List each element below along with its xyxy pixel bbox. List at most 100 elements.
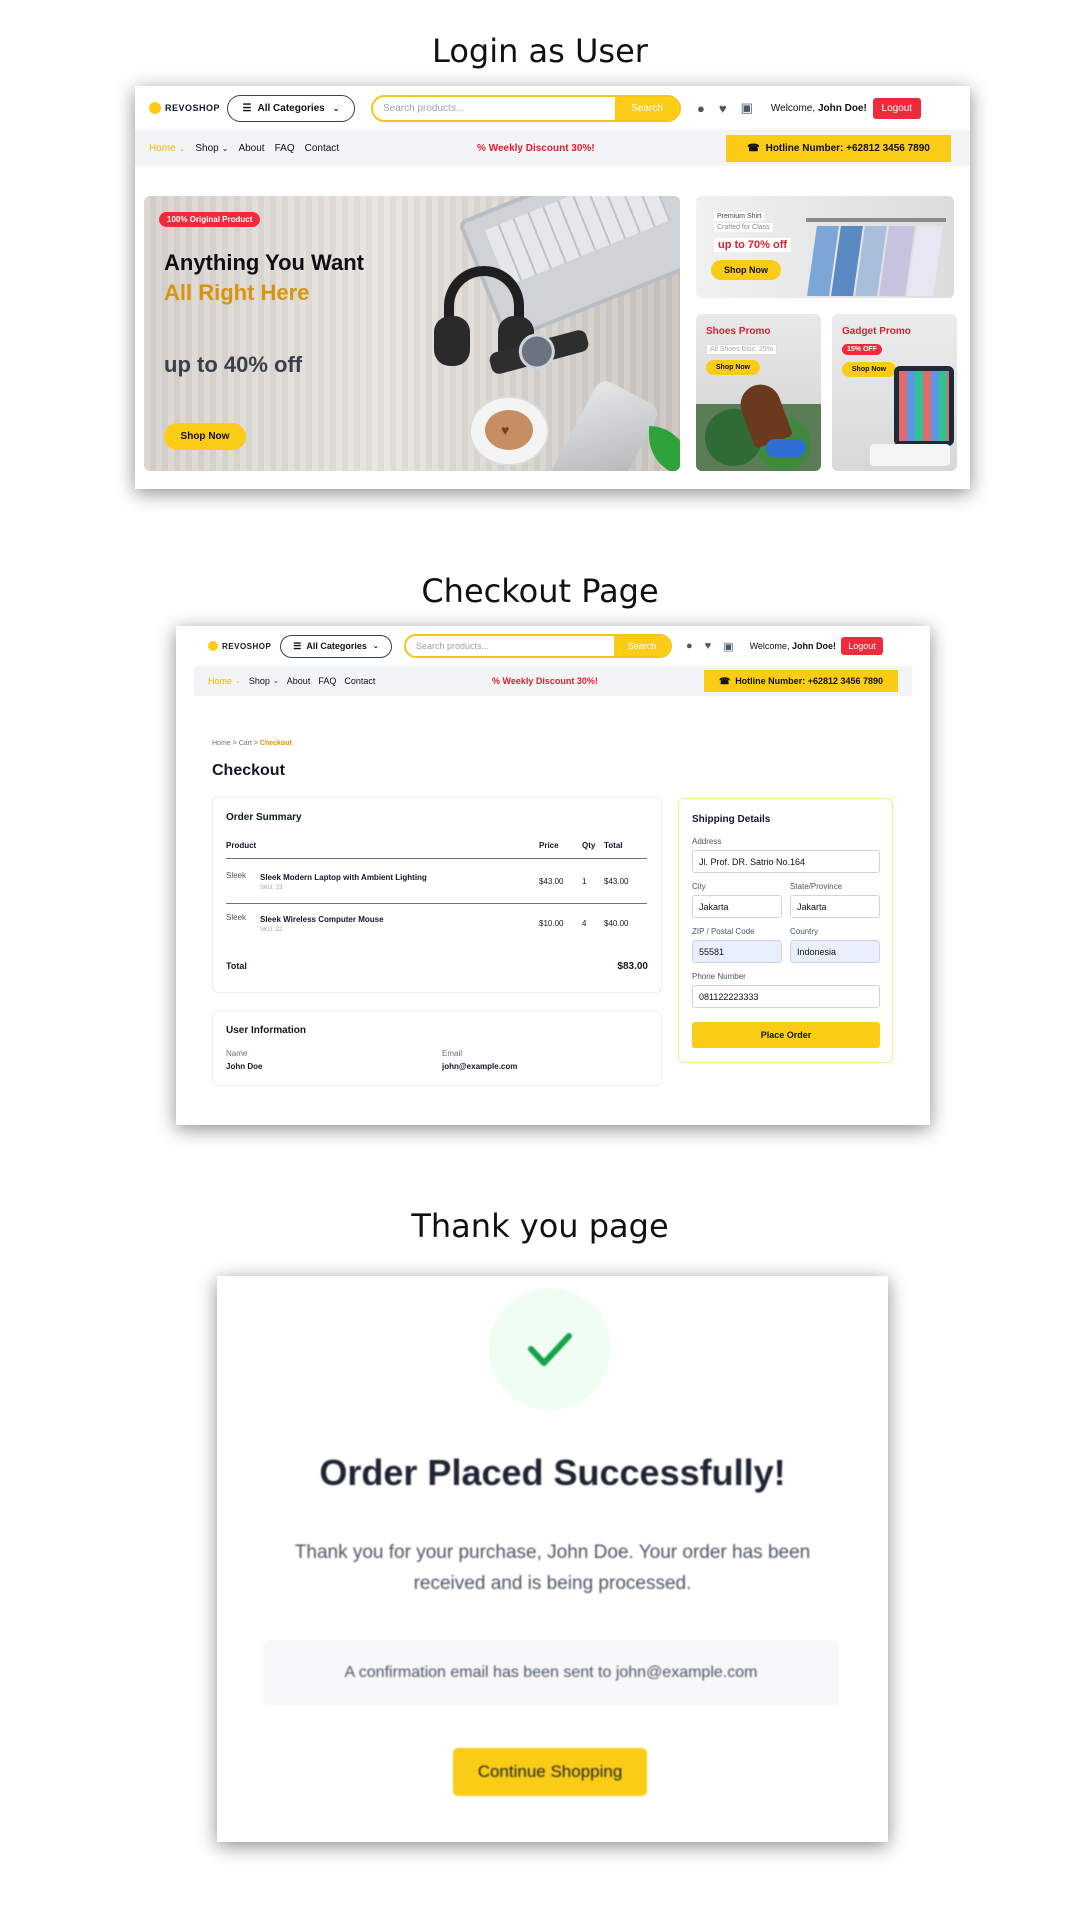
chevron-down-icon: ⌄ [221,143,229,153]
original-badge: 100% Original Product [159,212,261,227]
hero-headline-2: All Right Here [164,280,310,305]
place-order-button[interactable]: Place Order [692,1022,880,1048]
navbar: REVOSHOP ☰ All Categories ⌄ Search produ… [176,626,930,666]
confirmation-email-text: A confirmation email has been sent to jo… [344,1664,758,1681]
name-value: John Doe [226,1062,263,1071]
nav-faq[interactable]: FAQ [275,143,295,154]
email-label: Email [442,1049,463,1058]
thank-you-screenshot: Order Placed Successfully! Thank you for… [217,1276,888,1842]
product-name[interactable]: Sleek Wireless Computer Mouse [260,915,384,924]
table-row: Sleek Sleek Modern Laptop with Ambient L… [226,860,647,904]
address-label: Address [692,837,722,846]
sub-navbar: Home ⌄ Shop ⌄ About FAQ Contact % Weekly… [194,666,912,696]
percent-icon: % [477,142,486,154]
product-image-placeholder: Sleek [226,871,247,880]
welcome-text: Welcome, John Doe! [770,102,867,114]
nav-shop[interactable]: Shop [249,676,270,686]
nav-about[interactable]: About [238,143,264,154]
state-field[interactable]: Jakarta [790,895,880,918]
hero-banner: 100% Original Product Anything You Want … [144,196,680,471]
search-input[interactable]: Search products... [373,103,615,114]
search-input[interactable]: Search products... [406,641,614,651]
hero-shop-now-button[interactable]: Shop Now [164,423,246,450]
nav-home[interactable]: Home [208,676,232,686]
logout-button[interactable]: Logout [872,97,921,119]
name-label: Name [226,1049,248,1058]
user-icon[interactable]: ● [697,101,705,116]
shoes-subtitle: All Shoes Disc. 25% [706,344,778,355]
heart-icon[interactable]: ♥ [705,640,712,652]
nav-contact[interactable]: Contact [344,676,375,686]
percent-icon: % [492,676,501,686]
product-price: $43.00 [539,877,564,886]
country-field[interactable]: Indonesia [790,940,880,963]
shirt-line-1: Premium Shirt [714,212,765,221]
hotline-button[interactable]: ☎ Hotline Number: +62812 3456 7890 [704,670,898,692]
all-categories-button[interactable]: ☰ All Categories ⌄ [227,94,355,122]
page-title: Checkout [212,762,285,779]
user-icons: ● ♥ ▣ [686,640,734,653]
zip-label: ZIP / Postal Code [692,927,755,936]
weekly-discount: % Weekly Discount 30%! [477,142,595,154]
nav-faq[interactable]: FAQ [318,676,336,686]
weekly-discount: % Weekly Discount 30%! [492,676,598,686]
heart-icon[interactable]: ♥ [719,101,727,116]
state-label: State/Province [790,882,843,891]
nav-shop[interactable]: Shop [195,143,218,154]
menu-icon: ☰ [293,640,302,651]
navbar: REVOSHOP ☰ All Categories ⌄ Search produ… [135,86,970,130]
logo[interactable]: REVOSHOP [208,641,280,651]
login-screenshot: REVOSHOP ☰ All Categories ⌄ Search produ… [135,86,970,489]
phone-icon: ☎ [718,675,731,686]
product-qty: 4 [582,919,587,928]
section-title-login: Login as User [432,32,648,70]
hero-headline-1: Anything You Want [164,250,365,275]
shoes-shop-now-button[interactable]: Shop Now [706,360,760,375]
tablet-image [894,366,954,446]
nav-about[interactable]: About [287,676,311,686]
logo[interactable]: REVOSHOP [149,102,227,114]
product-qty: 1 [582,877,587,886]
nav-home[interactable]: Home [149,143,176,154]
nav-contact[interactable]: Contact [305,143,339,154]
phone-field[interactable]: 081122223333 [692,985,880,1008]
basket-icon[interactable]: ▣ [741,100,753,116]
product-name[interactable]: Sleek Modern Laptop with Ambient Lightin… [260,873,427,882]
gadget-shop-now-button[interactable]: Shop Now [842,362,896,377]
chevron-down-icon: ⌄ [235,678,241,685]
breadcrumb-current: Checkout [259,740,292,747]
city-field[interactable]: Jakarta [692,895,782,918]
hotline-button[interactable]: ☎ Hotline Number: +62812 3456 7890 [726,134,951,162]
confirmation-box: A confirmation email has been sent to jo… [263,1640,839,1706]
clothes-rack-image [806,214,951,298]
user-icon[interactable]: ● [686,640,693,652]
basket-icon[interactable]: ▣ [723,640,733,653]
success-circle [489,1288,611,1410]
main-nav: Home ⌄ Shop ⌄ About FAQ Contact [135,143,339,154]
gadget-title: Gadget Promo [842,326,911,337]
shirt-shop-now-button[interactable]: Shop Now [711,260,781,280]
shirt-line-2: Crafted for Class [714,223,773,232]
hero-offer: up to 40% off [164,352,303,377]
address-field[interactable]: Jl. Prof. DR. Satrio No.164 [692,850,880,873]
all-categories-button[interactable]: ☰ All Categories ⌄ [280,634,392,658]
logo-icon [149,102,161,114]
breadcrumb-home[interactable]: Home [212,740,231,747]
phone-label: Phone Number [692,972,746,981]
zip-field[interactable]: 55581 [692,940,782,963]
order-total-label: Total [226,961,247,971]
product-total: $40.00 [604,919,629,928]
search-button[interactable]: Search [615,96,679,120]
shoes-banner: Shoes Promo All Shoes Disc. 25% Shop Now [696,314,821,471]
breadcrumb-cart[interactable]: Cart [239,740,252,747]
search-button[interactable]: Search [614,636,670,656]
shipping-details-card: Shipping Details Address Jl. Prof. DR. S… [678,798,893,1063]
logout-button[interactable]: Logout [840,637,883,655]
table-row: Sleek Sleek Wireless Computer Mouse SKU:… [226,905,647,945]
continue-shopping-button[interactable]: Continue Shopping [453,1748,647,1796]
table-header: Product Price Qty Total [226,841,647,859]
gadget-discount-badge: 15% OFF [842,344,882,355]
shirt-banner: Premium Shirt Crafted for Class up to 70… [696,196,954,298]
product-sku: SKU: 23 [260,885,283,891]
user-info-title: User Information [226,1025,307,1036]
